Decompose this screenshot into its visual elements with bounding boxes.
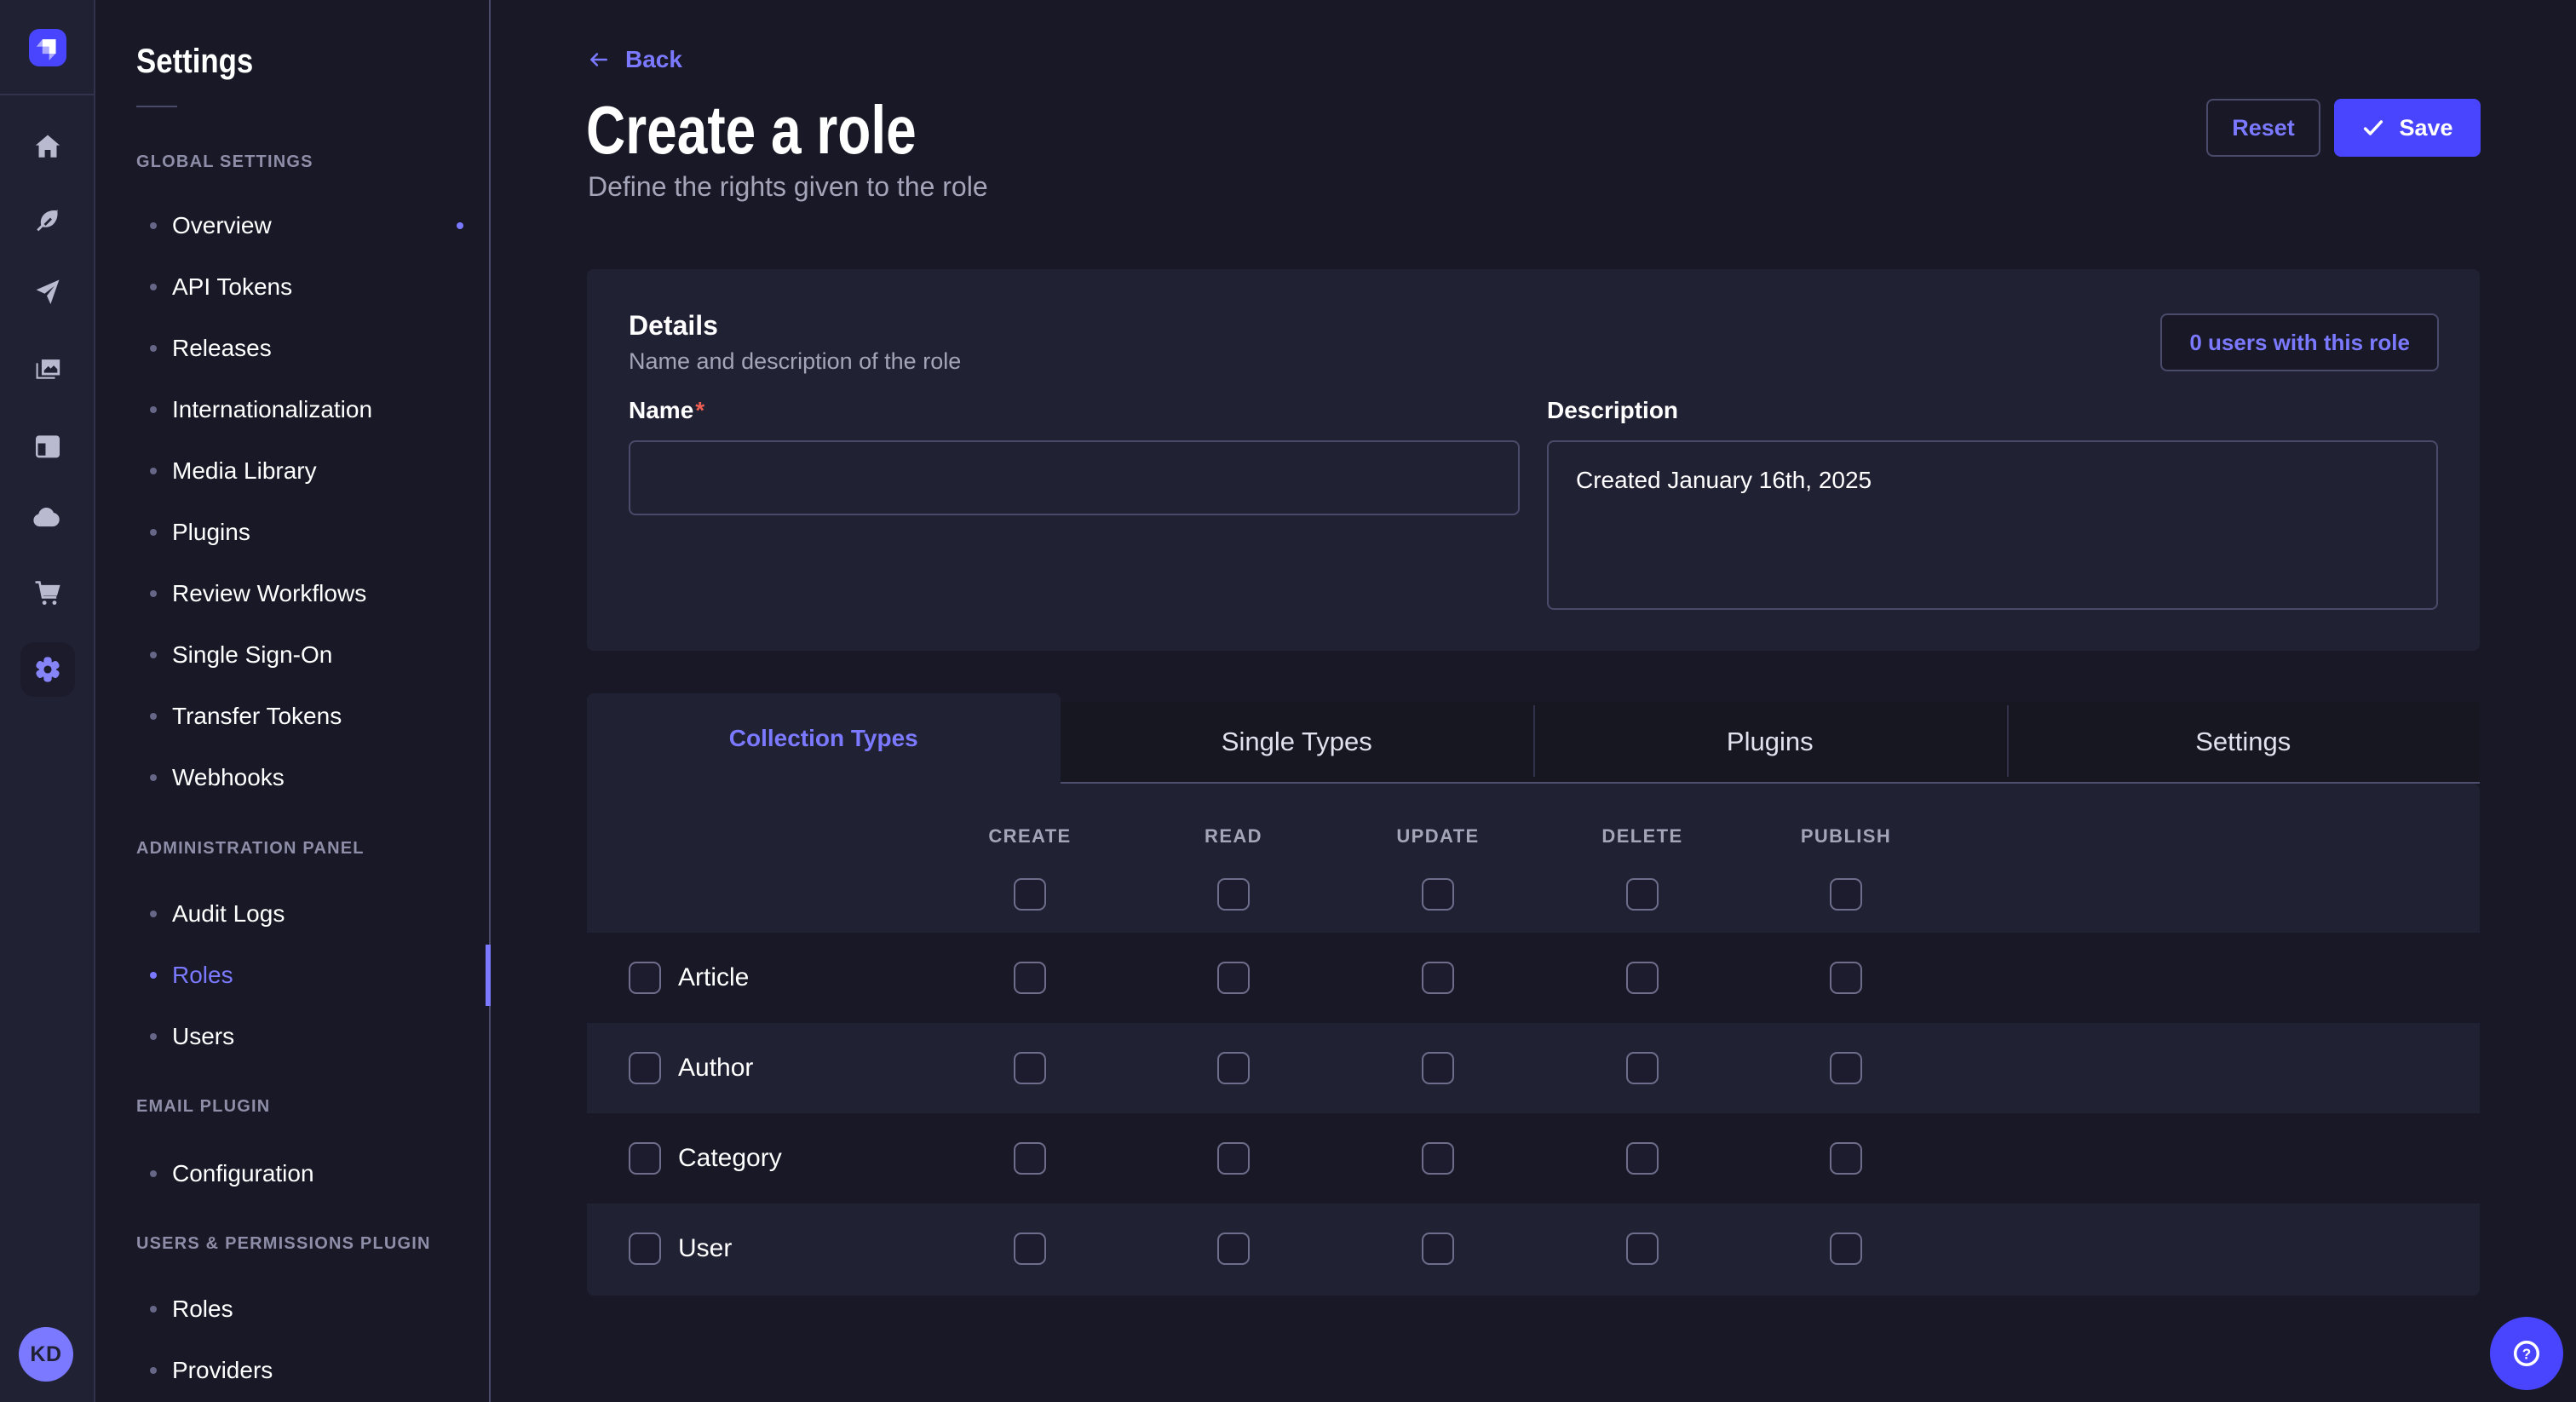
- svg-text:?: ?: [2522, 1345, 2531, 1362]
